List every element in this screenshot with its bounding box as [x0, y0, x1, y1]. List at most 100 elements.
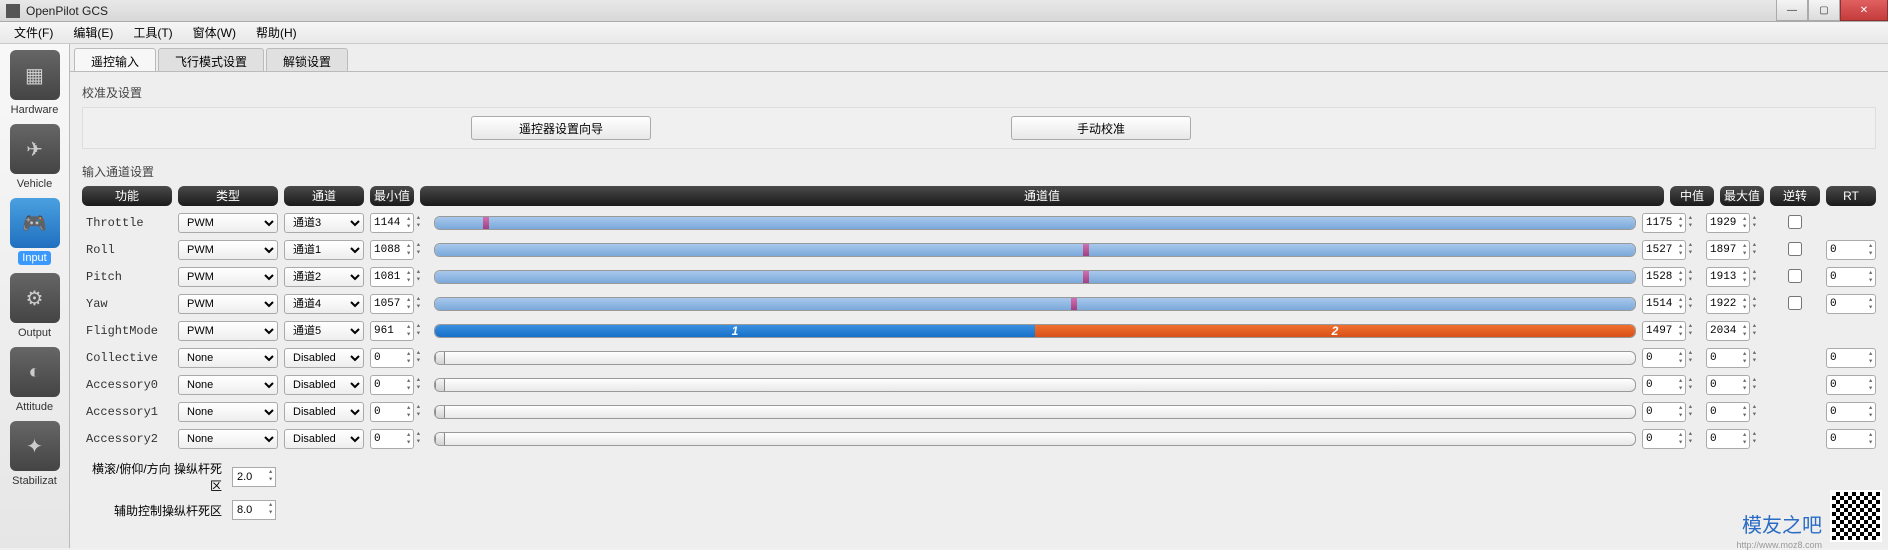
- neutral-spin[interactable]: 1175: [1642, 213, 1686, 233]
- max-spin[interactable]: 0: [1706, 402, 1750, 422]
- channel-select[interactable]: 通道1: [284, 240, 364, 260]
- neutral-spin[interactable]: 1527: [1642, 240, 1686, 260]
- deadband-assist-spin[interactable]: 8.0: [232, 500, 276, 520]
- max-spin[interactable]: 0: [1706, 429, 1750, 449]
- max-spin[interactable]: 0: [1706, 348, 1750, 368]
- channel-row: Pitch PWM 通道2 1081 1528 1913 0: [82, 266, 1876, 288]
- sidebar-item-vehicle[interactable]: ✈ Vehicle: [5, 124, 65, 190]
- menu-tools[interactable]: 工具(T): [123, 24, 182, 41]
- menu-window[interactable]: 窗体(W): [183, 24, 246, 41]
- minimize-button[interactable]: —: [1776, 0, 1808, 21]
- type-select[interactable]: PWM: [178, 321, 278, 341]
- fm-segment-1: 1: [435, 325, 1035, 337]
- rt-spin[interactable]: 0: [1826, 294, 1876, 314]
- menu-help[interactable]: 帮助(H): [246, 24, 307, 41]
- deadband-rpy-spin[interactable]: 2.0: [232, 467, 276, 487]
- max-spin[interactable]: 1897: [1706, 240, 1750, 260]
- tab-arming[interactable]: 解锁设置: [266, 48, 348, 71]
- tab-rc-input[interactable]: 遥控输入: [74, 48, 156, 71]
- wizard-button[interactable]: 遥控器设置向导: [471, 116, 651, 140]
- sidebar-item-hardware[interactable]: ▦ Hardware: [5, 50, 65, 116]
- max-spin[interactable]: 0: [1706, 375, 1750, 395]
- neutral-spin[interactable]: 0: [1642, 429, 1686, 449]
- channel-select[interactable]: 通道4: [284, 294, 364, 314]
- channel-bar[interactable]: [434, 243, 1636, 257]
- min-spin[interactable]: 1088: [370, 240, 414, 260]
- sidebar-item-stabilization[interactable]: ✦ Stabilizat: [5, 421, 65, 487]
- calibration-section-label: 校准及设置: [82, 84, 1876, 101]
- channel-slider[interactable]: [434, 378, 1636, 392]
- channel-row: Collective None Disabled 0 0 0 0: [82, 347, 1876, 369]
- reverse-checkbox[interactable]: [1770, 215, 1820, 232]
- flightmode-bar[interactable]: 1 2: [434, 324, 1636, 338]
- type-select[interactable]: None: [178, 429, 278, 449]
- channel-slider[interactable]: [434, 432, 1636, 446]
- type-select[interactable]: PWM: [178, 240, 278, 260]
- qr-code-icon: [1830, 490, 1882, 542]
- rt-spin[interactable]: 0: [1826, 402, 1876, 422]
- sidebar-item-attitude[interactable]: ◐ Attitude: [5, 347, 65, 413]
- chip-icon: ▦: [10, 50, 60, 100]
- rt-spin[interactable]: 0: [1826, 240, 1876, 260]
- reverse-checkbox[interactable]: [1770, 269, 1820, 286]
- type-select[interactable]: None: [178, 348, 278, 368]
- rt-spin[interactable]: 0: [1826, 267, 1876, 287]
- max-spin[interactable]: 1929: [1706, 213, 1750, 233]
- channel-select[interactable]: Disabled: [284, 429, 364, 449]
- neutral-spin[interactable]: 1497: [1642, 321, 1686, 341]
- manual-cal-button[interactable]: 手动校准: [1011, 116, 1191, 140]
- min-spin[interactable]: 1144: [370, 213, 414, 233]
- type-select[interactable]: PWM: [178, 267, 278, 287]
- max-spin[interactable]: 1922: [1706, 294, 1750, 314]
- tab-flight-mode[interactable]: 飞行模式设置: [158, 48, 264, 71]
- neutral-spin[interactable]: 0: [1642, 348, 1686, 368]
- max-spin[interactable]: 1913: [1706, 267, 1750, 287]
- max-spin[interactable]: 2034: [1706, 321, 1750, 341]
- maximize-button[interactable]: ▢: [1808, 0, 1840, 21]
- channel-bar[interactable]: [434, 216, 1636, 230]
- channel-bar[interactable]: [434, 297, 1636, 311]
- neutral-spin[interactable]: 0: [1642, 402, 1686, 422]
- rt-spin[interactable]: 0: [1826, 348, 1876, 368]
- min-spin[interactable]: 961: [370, 321, 414, 341]
- reverse-checkbox[interactable]: [1770, 242, 1820, 259]
- gyro-icon: ✦: [10, 421, 60, 471]
- neutral-spin[interactable]: 1528: [1642, 267, 1686, 287]
- function-label: Yaw: [82, 297, 172, 311]
- channel-bar[interactable]: [434, 270, 1636, 284]
- menu-edit[interactable]: 编辑(E): [63, 24, 123, 41]
- reverse-checkbox[interactable]: [1770, 296, 1820, 313]
- channel-select[interactable]: Disabled: [284, 402, 364, 422]
- channel-slider[interactable]: [434, 405, 1636, 419]
- vehicle-icon: ✈: [10, 124, 60, 174]
- type-select[interactable]: None: [178, 402, 278, 422]
- type-select[interactable]: PWM: [178, 294, 278, 314]
- function-label: Collective: [82, 351, 172, 365]
- channel-select[interactable]: 通道5: [284, 321, 364, 341]
- neutral-spin[interactable]: 0: [1642, 375, 1686, 395]
- min-spin[interactable]: 1057: [370, 294, 414, 314]
- channel-select[interactable]: Disabled: [284, 348, 364, 368]
- min-spin[interactable]: 0: [370, 402, 414, 422]
- min-spin[interactable]: 0: [370, 375, 414, 395]
- hdr-neutral: 中值: [1670, 186, 1714, 206]
- close-button[interactable]: ✕: [1840, 0, 1888, 21]
- channel-select[interactable]: 通道3: [284, 213, 364, 233]
- neutral-spin[interactable]: 1514: [1642, 294, 1686, 314]
- type-select[interactable]: None: [178, 375, 278, 395]
- min-spin[interactable]: 1081: [370, 267, 414, 287]
- app-icon: [6, 4, 20, 18]
- min-spin[interactable]: 0: [370, 429, 414, 449]
- type-select[interactable]: PWM: [178, 213, 278, 233]
- hdr-function: 功能: [82, 186, 172, 206]
- rt-spin[interactable]: 0: [1826, 375, 1876, 395]
- rt-spin[interactable]: 0: [1826, 429, 1876, 449]
- sidebar-item-input[interactable]: 🎮 Input: [5, 198, 65, 265]
- menu-file[interactable]: 文件(F): [4, 24, 63, 41]
- min-spin[interactable]: 0: [370, 348, 414, 368]
- channel-select[interactable]: 通道2: [284, 267, 364, 287]
- function-label: Roll: [82, 243, 172, 257]
- channel-slider[interactable]: [434, 351, 1636, 365]
- sidebar-item-output[interactable]: ⚙ Output: [5, 273, 65, 339]
- channel-select[interactable]: Disabled: [284, 375, 364, 395]
